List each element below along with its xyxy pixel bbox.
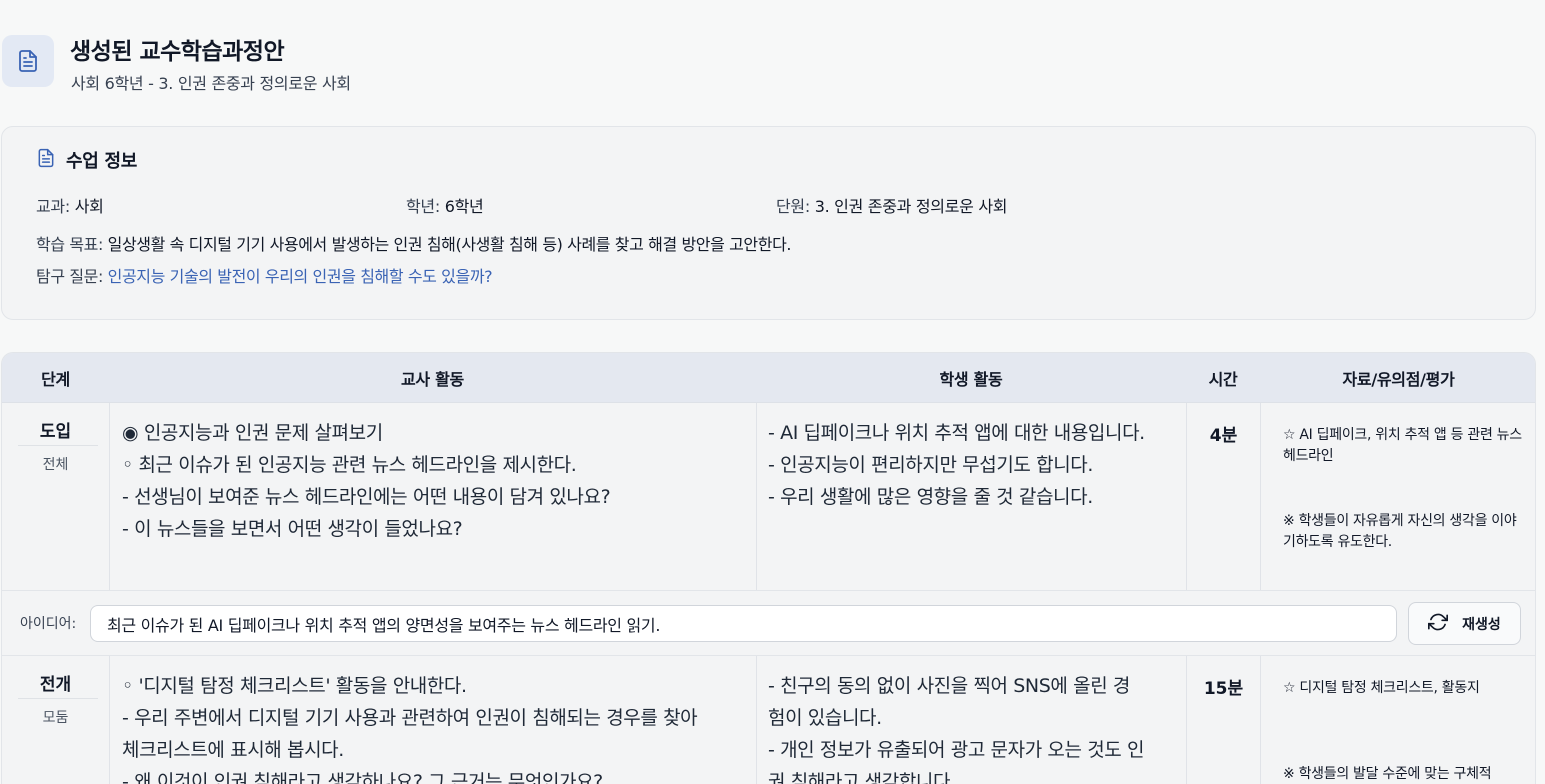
student-activity: - 친구의 동의 없이 사진을 찍어 SNS에 올린 경 험이 있습니다. - … <box>768 670 1178 784</box>
stage-cell: 도입 전체 <box>2 403 109 590</box>
stage-cell: 전개 모둠 <box>2 656 109 784</box>
table-row: 도입 전체 ◉ 인공지능과 인권 문제 살펴보기 ◦ 최근 이슈가 된 인공지능… <box>2 403 1535 590</box>
teacher-activity: ◦ '디지털 탐정 체크리스트' 활동을 안내한다. - 우리 주변에서 디지털… <box>122 670 747 784</box>
column-header-resources: 자료/유의점/평가 <box>1342 370 1455 389</box>
teacher-activity-line: - 우리 주변에서 디지털 기기 사용과 관련하여 인권이 침해되는 경우를 찾… <box>122 707 698 729</box>
idea-row: 아이디어: 재생성 <box>2 590 1535 656</box>
time-value: 15분 <box>1203 679 1244 699</box>
column-divider <box>109 403 110 590</box>
subject-value: 사회 <box>74 197 104 216</box>
note-text: ※ 학생들이 자유롭게 자신의 생각을 이야기하도록 유도한다. <box>1283 513 1517 550</box>
learning-goal: 학습 목표: 일상생활 속 디지털 기기 사용에서 발생하는 인권 침해(사생활… <box>36 231 791 255</box>
teacher-activity-line: - 왜 이것이 인권 침해라고 생각하나요? 그 근거는 무엇인가요? <box>122 771 603 784</box>
teacher-activity: ◉ 인공지능과 인권 문제 살펴보기 ◦ 최근 이슈가 된 인공지능 관련 뉴스… <box>122 417 747 545</box>
learning-goal-label: 학습 목표: <box>36 235 103 254</box>
idea-input[interactable] <box>90 605 1397 642</box>
student-activity: - AI 딥페이크나 위치 추적 앱에 대한 내용입니다. - 인공지능이 편리… <box>768 417 1178 513</box>
teacher-activity-line: - 이 뉴스들을 보면서 어떤 생각이 들었나요? <box>122 518 463 540</box>
table-row: 전개 모둠 ◦ '디지털 탐정 체크리스트' 활동을 안내한다. - 우리 주변… <box>2 656 1535 784</box>
unit-field: 단원: 3. 인권 존중과 정의로운 사회 <box>776 193 1007 217</box>
resource-text: ☆ AI 딥페이크, 위치 추적 앱 등 관련 뉴스 헤드라인 <box>1283 427 1522 464</box>
time-value: 4분 <box>1209 426 1238 446</box>
column-divider <box>1260 403 1261 590</box>
subject-field: 교과: 사회 <box>36 193 104 217</box>
stage-name: 전개 <box>39 675 72 695</box>
student-activity-line: - 개인 정보가 유출되어 광고 문자가 오는 것도 인 <box>768 739 1145 761</box>
grade-field: 학년: 6학년 <box>406 193 484 217</box>
page-title: 생성된 교수학습과정안 <box>70 39 285 65</box>
column-header-student: 학생 활동 <box>939 370 1003 389</box>
subject-label: 교과: <box>36 197 70 216</box>
stage-mode: 전체 <box>42 457 69 473</box>
teacher-activity-line: ◉ 인공지능과 인권 문제 살펴보기 <box>122 422 383 444</box>
student-activity-line: 험이 있습니다. <box>768 707 882 729</box>
regenerate-button[interactable]: 재생성 <box>1408 602 1521 645</box>
lesson-plan-table: 단계 교사 활동 학생 활동 시간 자료/유의점/평가 도입 전체 ◉ 인공지능… <box>1 352 1536 784</box>
student-activity-line: 권 침해라고 생각합니다. <box>768 771 956 784</box>
teacher-activity-line: ◦ '디지털 탐정 체크리스트' 활동을 안내한다. <box>122 675 467 697</box>
inquiry-question-value: 인공지능 기술의 발전이 우리의 인권을 침해할 수도 있을까? <box>107 267 493 286</box>
document-icon <box>2 35 54 87</box>
table-header: 단계 교사 활동 학생 활동 시간 자료/유의점/평가 <box>2 353 1535 403</box>
unit-label: 단원: <box>776 197 810 216</box>
stage-divider <box>18 698 98 699</box>
refresh-icon <box>1428 612 1449 636</box>
column-divider <box>756 656 757 784</box>
resource-text: ☆ 디지털 탐정 체크리스트, 활동지 <box>1283 680 1480 696</box>
student-activity-line: - 우리 생활에 많은 영향을 줄 것 같습니다. <box>768 486 1093 508</box>
lesson-info-header: 수업 정보 <box>36 147 137 173</box>
idea-label: 아이디어: <box>20 616 77 632</box>
stage-divider <box>18 445 98 446</box>
column-header-teacher: 교사 활동 <box>401 370 464 389</box>
regenerate-label: 재생성 <box>1462 616 1501 633</box>
page-header: 생성된 교수학습과정안 사회 6학년 - 3. 인권 존중과 정의로운 사회 <box>0 32 800 93</box>
stage-mode: 모둠 <box>42 710 69 726</box>
lesson-info-title: 수업 정보 <box>66 151 138 172</box>
column-divider <box>109 656 110 784</box>
stage-name: 도입 <box>39 422 72 442</box>
student-activity-line: - 인공지능이 편리하지만 무섭기도 합니다. <box>768 454 1094 476</box>
note-text: ※ 학생들의 발달 수준에 맞는 구체적 <box>1283 766 1492 782</box>
lesson-info-card: 수업 정보 교과: 사회 학년: 6학년 단원: 3. 인권 존중과 정의로운 … <box>1 126 1536 320</box>
student-activity-line: - AI 딥페이크나 위치 추적 앱에 대한 내용입니다. <box>768 422 1145 444</box>
page-subtitle: 사회 6학년 - 3. 인권 존중과 정의로운 사회 <box>71 74 351 93</box>
inquiry-question-label: 탐구 질문: <box>36 267 103 286</box>
teacher-activity-line: ◦ 최근 이슈가 된 인공지능 관련 뉴스 헤드라인을 제시한다. <box>122 454 577 476</box>
grade-value: 6학년 <box>444 197 484 216</box>
grade-label: 학년: <box>406 197 440 216</box>
unit-value: 3. 인권 존중과 정의로운 사회 <box>814 197 1008 216</box>
teacher-activity-line: - 선생님이 보여준 뉴스 헤드라인에는 어떤 내용이 담겨 있나요? <box>122 486 611 508</box>
teacher-activity-line: 체크리스트에 표시해 봅시다. <box>122 739 344 761</box>
column-header-time: 시간 <box>1208 370 1238 389</box>
document-icon <box>36 148 56 172</box>
column-divider <box>1260 656 1261 784</box>
learning-goal-value: 일상생활 속 디지털 기기 사용에서 발생하는 인권 침해(사생활 침해 등) … <box>107 235 792 254</box>
student-activity-line: - 친구의 동의 없이 사진을 찍어 SNS에 올린 경 <box>768 675 1130 697</box>
inquiry-question: 탐구 질문: 인공지능 기술의 발전이 우리의 인권을 침해할 수도 있을까? <box>36 263 493 287</box>
column-header-stage: 단계 <box>41 370 70 389</box>
column-divider <box>756 403 757 590</box>
